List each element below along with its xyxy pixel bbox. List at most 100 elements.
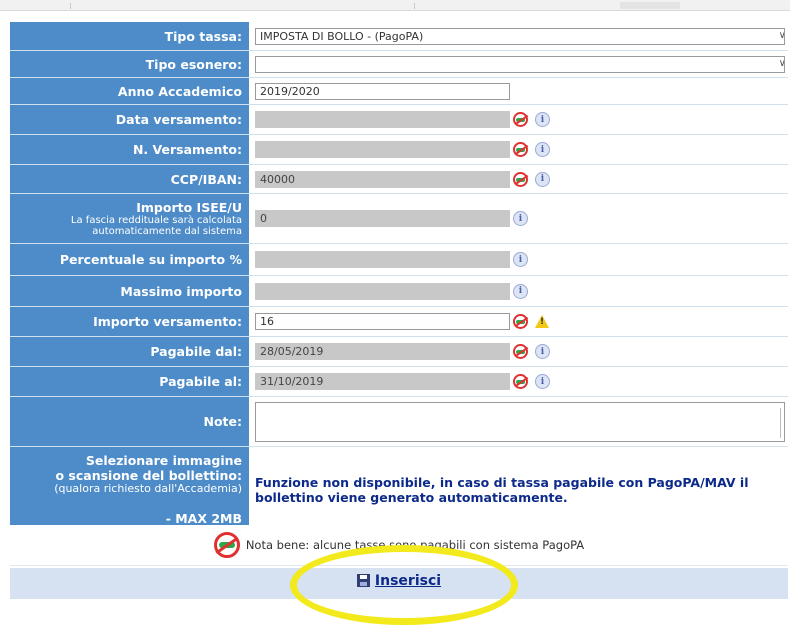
action-bar: Inserisci (10, 568, 788, 599)
info-icon[interactable]: i (535, 112, 550, 127)
value-cell: i (251, 135, 788, 164)
pagopa-disabled-icon (513, 314, 528, 329)
info-icon[interactable]: i (535, 171, 550, 187)
upload-label-line: o scansione del bollettino: (55, 468, 242, 483)
pagabile-dal-field: 28/05/2019 (255, 343, 510, 360)
value-cell: 31/10/2019 i (251, 367, 788, 396)
label-data-versamento: Data versamento: (10, 105, 251, 134)
row-upload: Selezionare immagine o scansione del bol… (10, 447, 788, 532)
n-versamento-field (255, 141, 510, 158)
massimo-importo-field (255, 282, 510, 300)
info-icon[interactable]: i (535, 344, 550, 359)
value-cell: i (251, 276, 788, 306)
importo-versamento-input[interactable]: 16 (255, 313, 510, 330)
label-pagabile-al: Pagabile al: (10, 367, 251, 396)
pagopa-disabled-icon (513, 374, 528, 389)
anno-accademico-input[interactable]: 2019/2020 (255, 82, 510, 100)
row-pagabile-al: Pagabile al: 31/10/2019 i (10, 367, 788, 397)
floppy-disk-icon (356, 574, 370, 587)
row-tipo-esonero: Tipo esonero: ∨ (10, 51, 788, 78)
info-icon[interactable]: i (535, 142, 550, 157)
chevron-down-icon: ∨ (779, 57, 784, 71)
pagabile-al-field: 31/10/2019 (255, 373, 510, 390)
label-tipo-esonero: Tipo esonero: (10, 51, 251, 77)
percentuale-field (255, 251, 510, 268)
field-icons: i (513, 374, 550, 389)
upload-label-hint: (qualora richiesto dall'Accademia) (54, 482, 242, 495)
label-tipo-tassa: Tipo tassa: (10, 22, 251, 50)
upload-max-size: - MAX 2MB (165, 511, 242, 526)
field-icons: i (513, 142, 550, 157)
row-note: Note: (10, 397, 788, 447)
label-pagabile-dal: Pagabile dal: (10, 337, 251, 366)
value-cell (251, 397, 788, 446)
value-cell: IMPOSTA DI BOLLO - (PagoPA) ∨ (251, 22, 788, 50)
pagopa-disabled-icon (513, 344, 528, 359)
value-cell: 0 i (251, 194, 788, 243)
value-cell: i (251, 244, 788, 275)
field-icons: i (513, 112, 550, 127)
label-ccp-iban: CCP/IBAN: (10, 165, 251, 193)
value-cell: i (251, 105, 788, 134)
top-toolbar-strip (0, 0, 790, 11)
toolbar-divider (414, 3, 415, 9)
label-n-versamento: N. Versamento: (10, 135, 251, 164)
field-icons: i (513, 344, 550, 359)
field-icons: ! (513, 314, 549, 329)
toolbar-segment (620, 2, 680, 9)
tipo-esonero-select[interactable]: ∨ (255, 55, 785, 73)
chevron-down-icon: ∨ (779, 29, 784, 43)
data-versamento-field (255, 111, 510, 128)
tipo-tassa-select[interactable]: IMPOSTA DI BOLLO - (PagoPA) ∨ (255, 27, 785, 45)
row-anno-accademico: Anno Accademico 2019/2020 (10, 78, 788, 105)
row-importo-versamento: Importo versamento: 16 ! (10, 307, 788, 337)
value-cell: 40000 i (251, 165, 788, 193)
label-hint: La fascia reddituale sarà calcolata auto… (70, 215, 242, 237)
field-icons: i (513, 283, 528, 299)
row-pagabile-dal: Pagabile dal: 28/05/2019 i (10, 337, 788, 367)
label-percentuale: Percentuale su importo % (10, 244, 251, 275)
upload-label-line: Selezionare immagine (85, 453, 242, 468)
value-cell: 16 ! (251, 307, 788, 336)
info-icon[interactable]: i (535, 374, 550, 389)
field-icons: i (513, 171, 550, 187)
info-icon[interactable]: i (513, 283, 528, 299)
value-cell: 2019/2020 (251, 78, 788, 104)
row-data-versamento: Data versamento: i (10, 105, 788, 135)
row-importo-isee: Importo ISEE/U La fascia reddituale sarà… (10, 194, 788, 244)
label-upload: Selezionare immagine o scansione del bol… (10, 447, 251, 532)
insert-button-label: Inserisci (374, 572, 442, 589)
field-icons: i (513, 211, 528, 226)
label-note: Note: (10, 397, 251, 446)
row-massimo-importo: Massimo importo i (10, 276, 788, 307)
pagopa-disabled-icon (513, 142, 528, 157)
info-icon[interactable]: i (513, 252, 528, 267)
payment-form: Tipo tassa: IMPOSTA DI BOLLO - (PagoPA) … (10, 22, 788, 532)
upload-label-group: Selezionare immagine o scansione del bol… (54, 453, 242, 494)
footnote-text: Nota bene: alcune tasse sono pagabili co… (245, 538, 585, 552)
label-massimo-importo: Massimo importo (10, 276, 251, 306)
pagopa-disabled-icon (513, 112, 528, 127)
value-cell: 28/05/2019 i (251, 337, 788, 366)
row-percentuale: Percentuale su importo % i (10, 244, 788, 276)
warning-icon[interactable]: ! (535, 315, 549, 328)
label-importo-versamento: Importo versamento: (10, 307, 251, 336)
label-importo-isee: Importo ISEE/U La fascia reddituale sarà… (10, 194, 251, 243)
value-cell: ∨ (251, 51, 788, 77)
row-ccp-iban: CCP/IBAN: 40000 i (10, 165, 788, 194)
upload-unavailable-message: Funzione non disponibile, in caso di tas… (255, 474, 749, 505)
row-tipo-tassa: Tipo tassa: IMPOSTA DI BOLLO - (PagoPA) … (10, 22, 788, 51)
pagopa-footnote: Nota bene: alcune tasse sono pagabili co… (10, 525, 788, 566)
pagopa-disabled-icon (213, 532, 240, 558)
textarea-scrollbar[interactable] (780, 408, 789, 438)
label-main: Importo ISEE/U (136, 200, 242, 215)
note-textarea[interactable] (255, 401, 785, 442)
label-anno-accademico: Anno Accademico (10, 78, 251, 104)
insert-button[interactable]: Inserisci (356, 572, 442, 589)
info-icon[interactable]: i (513, 211, 528, 226)
value-cell: Funzione non disponibile, in caso di tas… (251, 447, 788, 532)
toolbar-divider (70, 3, 71, 9)
field-icons: i (513, 252, 528, 267)
row-n-versamento: N. Versamento: i (10, 135, 788, 165)
ccp-iban-field: 40000 (255, 170, 510, 188)
